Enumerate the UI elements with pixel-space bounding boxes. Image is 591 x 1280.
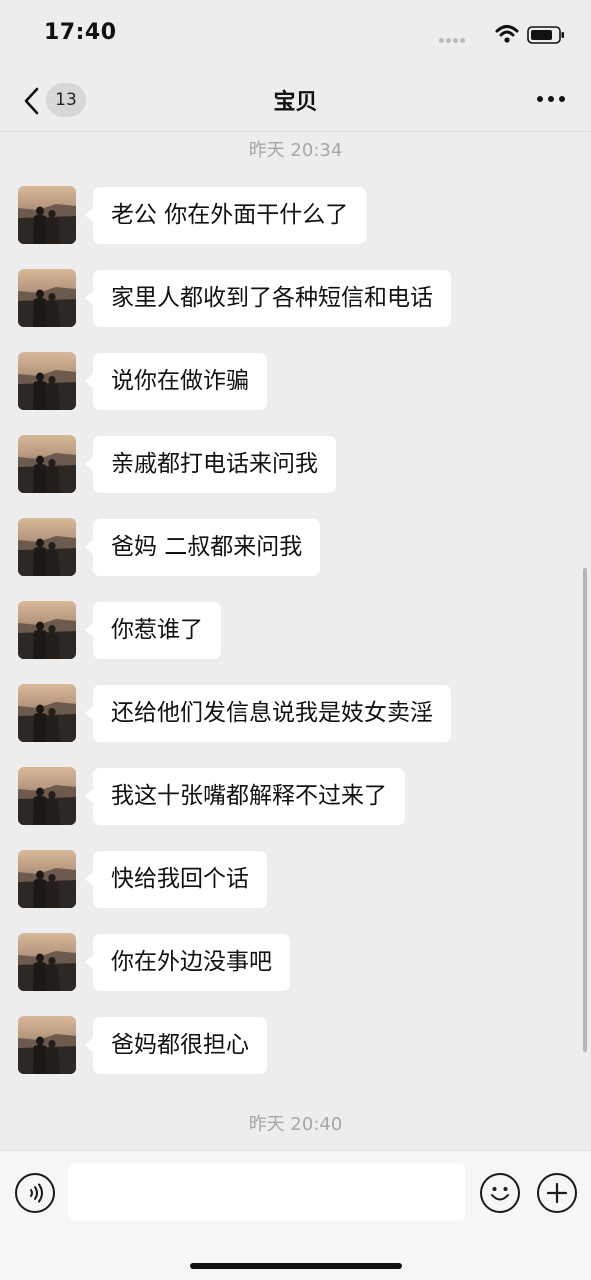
message-bubble[interactable]: 老公 你在外面干什么了 <box>84 187 367 244</box>
contact-avatar[interactable] <box>18 186 76 244</box>
scrollbar[interactable] <box>583 568 587 1052</box>
status-bar: 17:40 <box>0 0 591 70</box>
message-bubble[interactable]: 你在外边没事吧 <box>85 934 290 991</box>
more-functions-button[interactable] <box>537 1173 577 1213</box>
message-bubble[interactable]: 快给我回个话 <box>85 851 267 908</box>
message-bubble[interactable]: 还给他们发信息说我是妓女卖淫 <box>85 685 451 742</box>
message-bubble[interactable]: 我这十张嘴都解释不过来了 <box>85 768 405 825</box>
message-bubble[interactable]: 家里人都收到了各种短信和电话 <box>85 270 451 327</box>
message-row: 老公 你在外面干什么了 <box>18 186 558 246</box>
contact-avatar[interactable] <box>18 601 76 659</box>
message-bubble[interactable]: 说你在做诈骗 <box>85 353 267 410</box>
chat-title: 宝贝 <box>273 90 318 115</box>
battery-icon <box>527 26 564 44</box>
message-input[interactable] <box>68 1163 465 1221</box>
message-row: 还给他们发信息说我是妓女卖淫 <box>18 684 558 744</box>
message-bubble[interactable]: 爸妈 二叔都来问我 <box>84 519 321 576</box>
message-row: 说你在做诈骗 <box>18 352 558 412</box>
contact-avatar[interactable] <box>18 269 76 327</box>
voice-input-button[interactable] <box>15 1173 55 1213</box>
wifi-icon <box>495 25 519 43</box>
message-row: 快给我回个话 <box>18 850 558 910</box>
more-dots-icon <box>537 96 543 102</box>
message-list[interactable]: 昨天 20:34 老公 你在外面干什么了 家里人都收到了各种短信和电话 说你在做… <box>0 132 591 1150</box>
contact-avatar[interactable] <box>18 1016 76 1074</box>
message-bubble[interactable]: 你惹谁了 <box>85 602 221 659</box>
cellular-signal-icon <box>439 38 467 44</box>
status-time: 17:40 <box>44 20 117 45</box>
message-timestamp: 昨天 20:40 <box>248 1114 343 1135</box>
contact-avatar[interactable] <box>18 933 76 991</box>
contact-avatar[interactable] <box>18 850 76 908</box>
message-row: 亲戚都打电话来问我 <box>18 435 558 495</box>
contact-avatar[interactable] <box>18 352 76 410</box>
message-row: 我这十张嘴都解释不过来了 <box>18 767 558 827</box>
contact-avatar[interactable] <box>18 767 76 825</box>
message-row: 家里人都收到了各种短信和电话 <box>18 269 558 329</box>
plus-icon <box>546 1182 568 1204</box>
voice-icon <box>30 1183 43 1203</box>
message-row: 你惹谁了 <box>18 601 558 661</box>
message-bubble[interactable]: 爸妈都很担心 <box>85 1017 267 1074</box>
contact-avatar[interactable] <box>18 684 76 742</box>
more-options-button[interactable] <box>537 94 567 106</box>
contact-avatar[interactable] <box>18 435 76 493</box>
message-row: 爸妈 二叔都来问我 <box>18 518 558 578</box>
message-timestamp: 昨天 20:34 <box>248 140 343 161</box>
emoji-button[interactable] <box>480 1173 520 1213</box>
input-bar <box>0 1150 591 1280</box>
status-icons <box>415 24 565 48</box>
message-bubble[interactable]: 亲戚都打电话来问我 <box>85 436 336 493</box>
chat-header: 13 宝贝 <box>0 70 591 132</box>
message-row: 爸妈都很担心 <box>18 1016 558 1076</box>
message-row: 你在外边没事吧 <box>18 933 558 993</box>
emoji-icon <box>491 1187 509 1201</box>
contact-avatar[interactable] <box>18 518 76 576</box>
home-indicator[interactable] <box>190 1263 402 1269</box>
